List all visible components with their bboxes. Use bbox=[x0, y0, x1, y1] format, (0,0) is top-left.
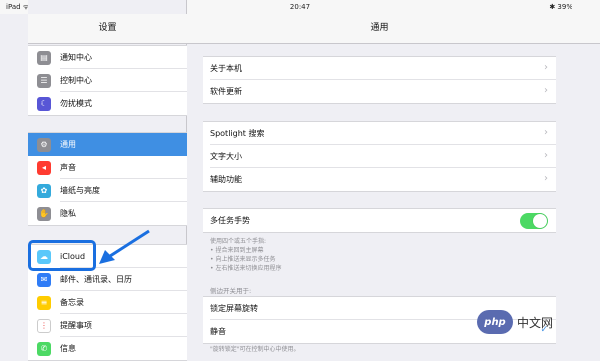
sidebar-item-control-center[interactable]: ☰ 控制中心 bbox=[28, 69, 187, 92]
sidebar-item-label: 备忘录 bbox=[60, 298, 84, 307]
privacy-hand-icon: ✋ bbox=[37, 206, 51, 221]
accessibility-row[interactable]: 辅助功能 › bbox=[203, 168, 556, 191]
multitask-notes: 使用四个或五个手指: • 捏合来回到主屏幕 • 向上推送来显示多任务 • 左右推… bbox=[210, 237, 281, 273]
bottom-note: "旋转锁定"可在控制中心中使用。 bbox=[210, 346, 300, 353]
row-label: 锁定屏幕旋转 bbox=[210, 304, 258, 313]
control-center-icon: ☰ bbox=[37, 73, 51, 88]
multitasking-gestures-row: 多任务手势 bbox=[203, 209, 556, 232]
sidebar-item-label: 勿扰模式 bbox=[60, 99, 92, 108]
sidebar-item-mail-contacts-calendars[interactable]: ✉ 邮件、通讯录、日历 bbox=[28, 268, 187, 291]
note-line: • 捏合来回到主屏幕 bbox=[210, 247, 264, 254]
sidebar-item-privacy[interactable]: ✋ 隐私 bbox=[28, 202, 187, 225]
sidebar-item-notification-center[interactable]: ▤ 通知中心 bbox=[28, 46, 187, 69]
annotation-arrow-icon bbox=[99, 229, 150, 264]
general-group-about: 关于本机 › 软件更新 › bbox=[203, 56, 556, 104]
sidebar-item-label: 通用 bbox=[60, 140, 76, 149]
sidebar-item-reminders[interactable]: ⋮ 提醒事项 bbox=[28, 314, 187, 337]
spotlight-search-row[interactable]: Spotlight 搜索 › bbox=[203, 122, 556, 145]
row-label: 关于本机 bbox=[210, 64, 242, 73]
row-label: Spotlight 搜索 bbox=[210, 129, 265, 138]
row-label: 软件更新 bbox=[210, 87, 242, 96]
page-title: 通用 bbox=[187, 14, 572, 44]
sidebar-group-1: ▤ 通知中心 ☰ 控制中心 ☾ 勿扰模式 bbox=[28, 45, 187, 116]
mail-icon: ✉ bbox=[37, 272, 51, 287]
gear-icon: ⚙ bbox=[37, 137, 51, 152]
chevron-right-icon: › bbox=[544, 173, 548, 184]
note-line: • 向上推送来显示多任务 bbox=[210, 256, 276, 263]
sidebar-item-label: 邮件、通讯录、日历 bbox=[60, 275, 132, 284]
general-group-search: Spotlight 搜索 › 文字大小 › 辅助功能 › bbox=[203, 121, 556, 192]
sidebar-title: 设置 bbox=[28, 14, 187, 44]
sidebar-item-do-not-disturb[interactable]: ☾ 勿扰模式 bbox=[28, 92, 187, 115]
text-size-row[interactable]: 文字大小 › bbox=[203, 145, 556, 168]
messages-icon: ✆ bbox=[37, 341, 51, 356]
multitasking-toggle[interactable] bbox=[520, 213, 548, 229]
sidebar-item-wallpaper[interactable]: ✿ 墙纸与亮度 bbox=[28, 179, 187, 202]
sidebar-item-label: 控制中心 bbox=[60, 76, 92, 85]
note-line: • 左右推送来切换应用程序 bbox=[210, 265, 282, 272]
chevron-right-icon: › bbox=[544, 85, 548, 96]
sidebar-item-label: 提醒事项 bbox=[60, 321, 92, 330]
chevron-right-icon: › bbox=[544, 62, 548, 73]
battery-percentage: ✱ 39% bbox=[549, 3, 573, 11]
row-label: 多任务手势 bbox=[210, 216, 250, 225]
software-update-row[interactable]: 软件更新 › bbox=[203, 80, 556, 103]
wallpaper-icon: ✿ bbox=[37, 183, 51, 198]
side-switch-label: 侧边开关用于: bbox=[210, 287, 252, 295]
sidebar-item-label: 声音 bbox=[60, 163, 76, 172]
row-label: 静音 bbox=[210, 327, 226, 336]
about-row[interactable]: 关于本机 › bbox=[203, 57, 556, 80]
sidebar-item-label: 隐私 bbox=[60, 209, 76, 218]
notification-center-icon: ▤ bbox=[37, 50, 51, 65]
icloud-highlight-box bbox=[28, 240, 96, 271]
sidebar-item-general[interactable]: ⚙ 通用 bbox=[28, 133, 187, 156]
watermark: php 中文网 bbox=[477, 308, 553, 336]
row-label: 文字大小 bbox=[210, 152, 242, 161]
sidebar-item-label: 墙纸与亮度 bbox=[60, 186, 100, 195]
sidebar-item-label: 通知中心 bbox=[60, 53, 92, 62]
row-label: 辅助功能 bbox=[210, 175, 242, 184]
moon-icon: ☾ bbox=[37, 96, 51, 111]
notes-icon: ≡ bbox=[37, 295, 51, 310]
sidebar-item-label: 信息 bbox=[60, 344, 76, 353]
sidebar-item-notes[interactable]: ≡ 备忘录 bbox=[28, 291, 187, 314]
settings-sidebar: 设置 ▤ 通知中心 ☰ 控制中心 ☾ 勿扰模式 ⚙ 通用 ◂ 声音 ✿ 墙纸与亮… bbox=[28, 0, 187, 361]
sound-icon: ◂ bbox=[37, 160, 51, 175]
chevron-right-icon: › bbox=[544, 127, 548, 138]
sidebar-item-sounds[interactable]: ◂ 声音 bbox=[28, 156, 187, 179]
reminders-icon: ⋮ bbox=[37, 318, 51, 333]
sidebar-group-2: ⚙ 通用 ◂ 声音 ✿ 墙纸与亮度 ✋ 隐私 bbox=[28, 132, 187, 226]
note-line: 使用四个或五个手指: bbox=[210, 238, 267, 245]
multitasking-group: 多任务手势 bbox=[203, 208, 556, 233]
chevron-right-icon: › bbox=[544, 150, 548, 161]
right-margin bbox=[572, 0, 600, 352]
watermark-text: 中文网 bbox=[517, 315, 554, 330]
sidebar-item-messages[interactable]: ✆ 信息 bbox=[28, 337, 187, 360]
php-logo-icon: php bbox=[477, 310, 513, 334]
